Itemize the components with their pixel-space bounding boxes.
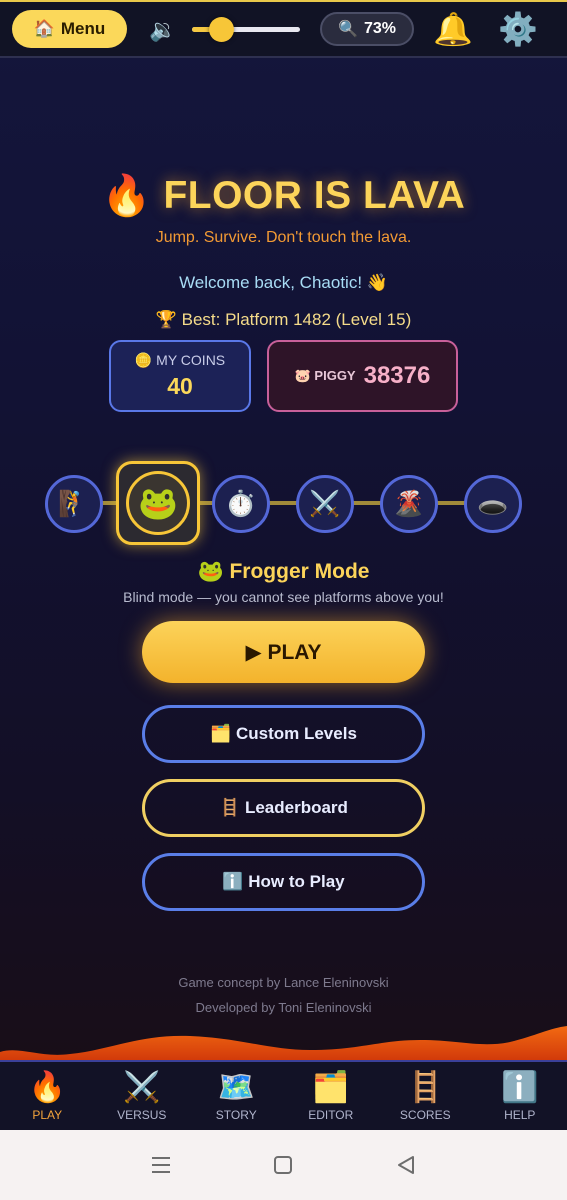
lava-wave: [0, 1026, 567, 1060]
stopwatch-icon: ⏱️: [225, 489, 257, 518]
menu-label: Menu: [60, 19, 106, 38]
zoom-level: 73%: [363, 20, 396, 37]
nav-editor[interactable]: 🗂️ EDITOR: [285, 1071, 377, 1122]
game-screen: 🏠 Menu 🔉 🔍 73% 🔔 ⚙️ 🔥 FLOOR IS LAVA Jump…: [0, 0, 567, 1130]
map-icon: 🗺️: [217, 1070, 255, 1104]
piggy-label: 🐷 PIGGY: [294, 368, 356, 383]
back-icon[interactable]: [393, 1152, 419, 1178]
frog-icon: 🐸: [138, 485, 178, 521]
selected-mode-description: Blind mode — you cannot see platforms ab…: [123, 589, 444, 605]
volume-slider-thumb[interactable]: [209, 17, 234, 42]
nav-label: STORY: [215, 1107, 257, 1122]
mode-hole[interactable]: 🕳️: [464, 475, 522, 533]
piggy-value: 38376: [363, 362, 431, 389]
home-button-icon[interactable]: [270, 1152, 296, 1178]
coins-label: 🪙 MY COINS: [134, 352, 226, 368]
nav-play[interactable]: 🔥 PLAY: [1, 1071, 93, 1122]
how-to-play-button[interactable]: ℹ️ How to Play: [142, 853, 425, 911]
nav-label: PLAY: [32, 1107, 63, 1122]
concept-credit: Game concept by Lance Eleninovski: [178, 975, 389, 990]
nav-help[interactable]: ℹ️ HELP: [474, 1071, 566, 1122]
fire-icon: 🔥: [28, 1070, 66, 1104]
gear-icon[interactable]: ⚙️: [498, 10, 538, 48]
title-row: 🔥 FLOOR IS LAVA: [0, 172, 567, 219]
game-title: FLOOR IS LAVA: [163, 173, 466, 217]
mode-frogger-selected[interactable]: 🐸: [116, 461, 200, 545]
mode-volcano[interactable]: 🌋: [380, 475, 438, 533]
coins-value: 40: [167, 373, 193, 399]
frogger-mode-ring: 🐸: [126, 471, 190, 535]
info-icon: ℹ️: [501, 1070, 539, 1104]
volume-icon[interactable]: 🔉: [149, 17, 176, 43]
play-button[interactable]: ▶ PLAY: [142, 621, 425, 683]
climber-icon: 🧗: [58, 489, 90, 518]
piggy-bank-card[interactable]: 🐷 PIGGY 38376: [267, 340, 458, 412]
nav-scores[interactable]: 🪜 SCORES: [379, 1071, 471, 1122]
ladder-icon: 🪜: [406, 1070, 444, 1104]
hole-icon: 🕳️: [477, 489, 509, 518]
bottom-nav: 🔥 PLAY ⚔️ VERSUS 🗺️ STORY 🗂️ EDITOR 🪜 SC…: [0, 1060, 567, 1130]
menu-button[interactable]: 🏠 Menu: [12, 10, 127, 48]
nav-label: SCORES: [399, 1107, 451, 1122]
mode-climber[interactable]: 🧗: [45, 475, 103, 533]
crossed-swords-icon: ⚔️: [123, 1070, 161, 1104]
nav-story[interactable]: 🗺️ STORY: [190, 1071, 282, 1122]
custom-levels-button[interactable]: 🗂️ Custom Levels: [142, 705, 425, 763]
system-nav-bar: [0, 1130, 567, 1200]
volcano-icon: 🌋: [393, 489, 425, 518]
coins-card: 🪙 MY COINS 40: [109, 340, 251, 412]
magnifier-icon: 🔍: [338, 21, 358, 38]
nav-label: HELP: [504, 1107, 536, 1122]
bell-icon[interactable]: 🔔: [433, 10, 473, 48]
mode-battle[interactable]: ⚔️: [296, 475, 354, 533]
developer-credit: Developed by Toni Eleninovski: [195, 1000, 372, 1015]
folder-icon: 🗂️: [312, 1070, 350, 1104]
best-score: 🏆 Best: Platform 1482 (Level 15): [155, 310, 412, 329]
leaderboard-button[interactable]: 🪜 Leaderboard: [142, 779, 425, 837]
recents-icon[interactable]: [148, 1152, 174, 1178]
crossed-swords-icon: ⚔️: [309, 489, 341, 518]
volume-slider[interactable]: [192, 17, 300, 42]
nav-label: VERSUS: [117, 1107, 167, 1122]
welcome-message: Welcome back, Chaotic! 👋: [179, 273, 388, 292]
nav-label: EDITOR: [308, 1107, 354, 1122]
game-subtitle: Jump. Survive. Don't touch the lava.: [155, 229, 412, 246]
zoom-button[interactable]: 🔍 73%: [320, 12, 414, 46]
mode-timed[interactable]: ⏱️: [212, 475, 270, 533]
nav-versus[interactable]: ⚔️ VERSUS: [96, 1071, 188, 1122]
top-bar: 🏠 Menu 🔉 🔍 73% 🔔 ⚙️: [0, 0, 567, 58]
selected-mode-name: 🐸 Frogger Mode: [197, 560, 370, 583]
home-icon: 🏠: [33, 19, 55, 38]
fire-icon: 🔥: [101, 174, 152, 218]
